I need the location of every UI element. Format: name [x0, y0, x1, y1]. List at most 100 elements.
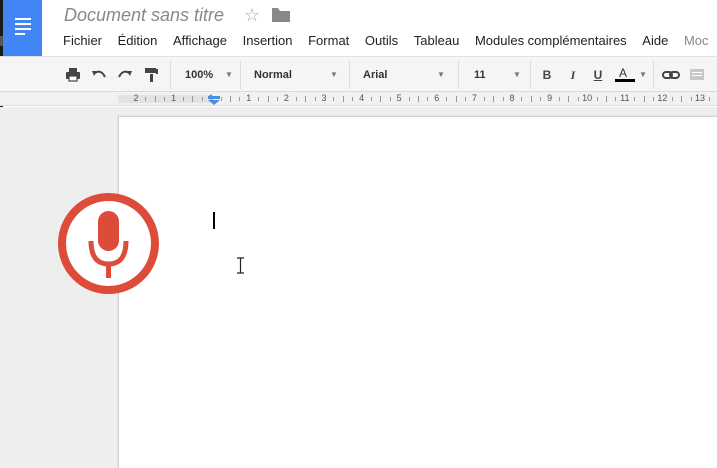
toolbar-separator [530, 61, 531, 89]
ruler-tick [671, 97, 673, 101]
chevron-down-icon: ▼ [437, 70, 445, 79]
ruler-tick [596, 97, 598, 101]
ruler-tick [521, 97, 523, 101]
paint-format-icon[interactable] [143, 65, 159, 85]
menu-modules[interactable]: Modules complémentaires [475, 33, 627, 48]
style-value: Normal [254, 69, 292, 81]
ruler-tick [267, 96, 269, 102]
ruler-number: 1 [246, 93, 252, 103]
chevron-down-icon: ▼ [330, 70, 338, 79]
ruler-tick [418, 96, 419, 102]
menu-edition[interactable]: Édition [118, 33, 158, 48]
ruler-tick [380, 96, 382, 102]
docs-logo[interactable] [3, 0, 42, 56]
ibeam-cursor-icon [237, 257, 244, 274]
ruler-tick [333, 97, 335, 101]
underline-button[interactable]: U [592, 65, 604, 85]
ruler-tick [230, 96, 231, 102]
ruler-tick [154, 96, 156, 102]
menu-aide[interactable]: Aide [642, 33, 668, 48]
link-icon[interactable] [662, 65, 680, 85]
ruler-tick [192, 96, 194, 102]
toolbar: 100% ▼ Normal ▼ Arial ▼ 11 ▼ B I U A ▼ [44, 56, 717, 92]
ruler-number: 7 [471, 93, 477, 103]
menu-tableau[interactable]: Tableau [414, 33, 460, 48]
ruler-tick [709, 97, 711, 101]
menu-affichage[interactable]: Affichage [173, 33, 227, 48]
font-select[interactable]: Arial ▼ [363, 65, 447, 85]
ruler-number: 2 [133, 93, 139, 103]
indent-marker-icon[interactable] [207, 96, 221, 105]
ruler-tick [305, 96, 307, 102]
ruler-tick [455, 96, 457, 102]
ruler-number: 2 [283, 93, 289, 103]
ruler-tick [681, 96, 683, 102]
zoom-value: 100% [185, 69, 214, 81]
menu-bar: Fichier Édition Affichage Insertion Form… [63, 33, 709, 49]
ruler-tick [568, 96, 570, 102]
ruler-tick [493, 96, 495, 102]
print-icon[interactable] [65, 65, 81, 85]
ruler-tick [183, 97, 184, 101]
redo-icon[interactable] [117, 65, 133, 85]
font-size-select[interactable]: 11 ▼ [474, 65, 522, 85]
ruler-number: 9 [547, 93, 553, 103]
ruler-tick [295, 97, 297, 101]
ruler-tick [634, 97, 636, 101]
microphone-icon [88, 211, 129, 278]
ruler-number: 5 [396, 93, 402, 103]
ruler-number: 6 [434, 93, 440, 103]
chevron-down-icon: ▼ [513, 70, 521, 79]
ruler: 21112345678910111213 [0, 92, 717, 106]
undo-icon[interactable] [91, 65, 107, 85]
toolbar-separator [170, 61, 171, 89]
font-value: Arial [363, 69, 388, 81]
comment-icon[interactable] [689, 65, 705, 85]
ruler-tick [258, 97, 260, 101]
ruler-number: 11 [620, 93, 630, 103]
chevron-down-icon: ▼ [225, 70, 233, 79]
ruler-tick [643, 96, 645, 102]
style-select[interactable]: Normal ▼ [254, 65, 340, 85]
ruler-tick [446, 97, 448, 101]
star-icon[interactable]: ☆ [244, 4, 260, 26]
ruler-number: 12 [657, 93, 668, 103]
document-page[interactable] [118, 116, 717, 468]
menu-outils[interactable]: Outils [365, 33, 398, 48]
toolbar-band-left [0, 56, 44, 92]
bold-button[interactable]: B [541, 65, 553, 85]
text-color-swatch [615, 79, 635, 82]
ruler-number: 4 [359, 93, 365, 103]
folder-icon[interactable] [272, 8, 290, 22]
text-caret [213, 212, 215, 229]
menu-format[interactable]: Format [308, 33, 349, 48]
text-color-button[interactable]: A ▼ [615, 65, 647, 85]
toolbar-separator [653, 61, 654, 89]
ruler-tick [145, 97, 147, 101]
document-title[interactable]: Document sans titre [64, 5, 224, 26]
toolbar-separator [240, 61, 241, 89]
ruler-tick [606, 96, 607, 102]
ruler-number: 8 [509, 93, 515, 103]
italic-button[interactable]: I [567, 65, 579, 85]
voice-typing-button[interactable] [58, 193, 159, 294]
ruler-tick [530, 96, 532, 102]
menu-truncated[interactable]: Moc [684, 33, 709, 48]
ruler-tick [408, 97, 410, 101]
ruler-number: 10 [582, 93, 593, 103]
docs-lines-icon [15, 18, 31, 38]
menu-insertion[interactable]: Insertion [243, 33, 293, 48]
font-size-value: 11 [474, 69, 486, 81]
toolbar-separator [458, 61, 459, 89]
ruler-tick [483, 97, 485, 101]
chevron-down-icon: ▼ [639, 70, 647, 79]
ruler-tick [342, 96, 344, 102]
menu-fichier[interactable]: Fichier [63, 33, 102, 48]
ruler-tick [559, 97, 560, 101]
ruler-number: 13 [694, 93, 705, 103]
ruler-number: 1 [171, 93, 177, 103]
toolbar-separator [349, 61, 350, 89]
ruler-tick [371, 97, 372, 101]
ruler-number: 3 [321, 93, 327, 103]
zoom-select[interactable]: 100% ▼ [185, 65, 235, 85]
